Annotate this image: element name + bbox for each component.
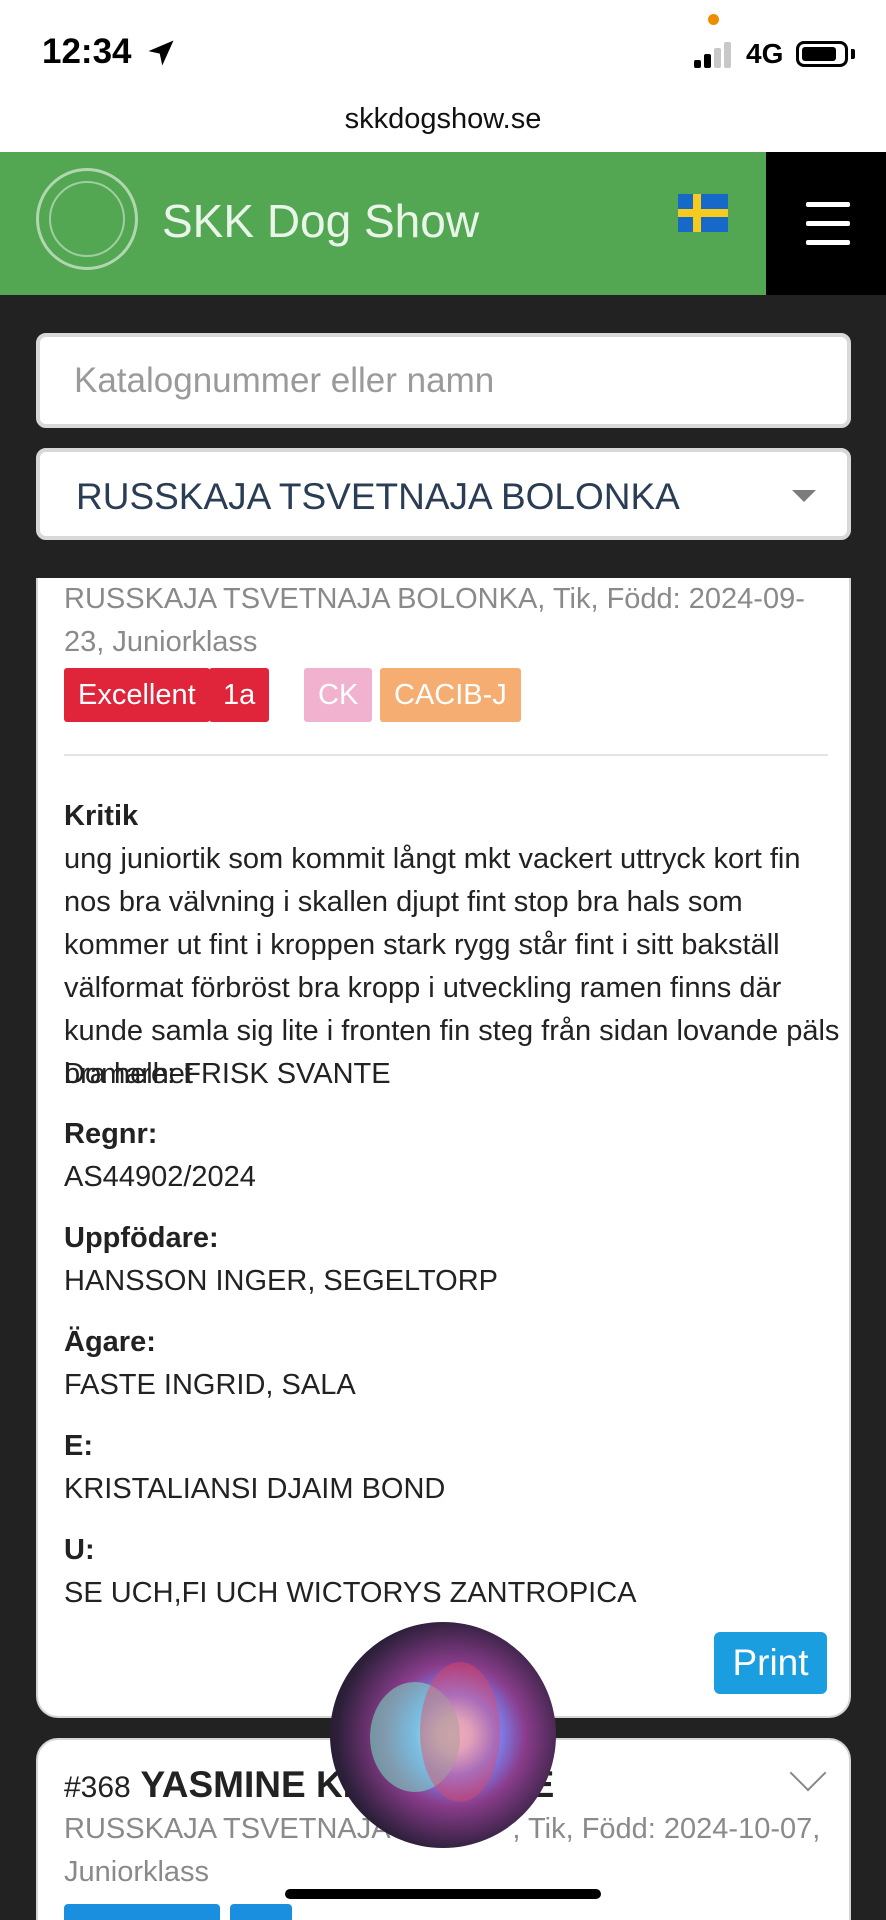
badge-partial-2 <box>230 1904 292 1920</box>
badge-placement: 1a <box>209 668 270 722</box>
brand-title[interactable]: SKK Dog Show <box>162 194 479 248</box>
signal-strength-icon <box>694 42 736 68</box>
url-text: skkdogshow.se <box>344 103 542 135</box>
breeder-label: Uppfödare: <box>64 1222 219 1254</box>
breeder-value: HANSSON INGER, SEGELTORP <box>64 1265 499 1297</box>
regnr-value: AS44902/2024 <box>64 1161 256 1193</box>
badge-cacib-j: CACIB-J <box>380 668 521 722</box>
hamburger-menu-button[interactable] <box>766 152 886 295</box>
skk-logo-icon[interactable] <box>36 168 138 270</box>
result-card: RUSSKAJA TSVETNAJA BOLONKA, Tik, Född: 2… <box>36 578 851 1718</box>
status-time: 12:34 <box>42 32 132 71</box>
search-input[interactable] <box>36 333 851 428</box>
owner-value: FASTE INGRID, SALA <box>64 1369 356 1401</box>
judge-text: Domare: FRISK SVANTE <box>64 1058 391 1090</box>
dam-label: U: <box>64 1534 95 1566</box>
home-indicator[interactable] <box>285 1889 601 1899</box>
chevron-down-icon[interactable] <box>789 1754 827 1792</box>
badge-ck: CK <box>304 668 373 722</box>
divider <box>64 754 828 756</box>
siri-orb-icon[interactable] <box>330 1622 556 1848</box>
breed-select-value: RUSSKAJA TSVETNAJA BOLONKA <box>76 476 680 517</box>
breed-select[interactable]: RUSSKAJA TSVETNAJA BOLONKA <box>36 448 851 540</box>
badge-partial <box>64 1904 220 1920</box>
swedish-flag-icon[interactable] <box>678 194 728 232</box>
privacy-indicator-dot <box>708 14 719 25</box>
owner-label: Ägare: <box>64 1326 156 1358</box>
next-subtitle-start: RUSSKAJA TSVETNAJA B <box>64 1813 417 1845</box>
status-bar: 12:34 4G <box>0 0 886 104</box>
browser-url-bar[interactable]: skkdogshow.se <box>0 104 886 152</box>
badge-quality: Excellent <box>64 668 210 722</box>
sire-value: KRISTALIANSI DJAIM BOND <box>64 1473 446 1505</box>
regnr-label: Regnr: <box>64 1118 158 1150</box>
catalog-number: #368 <box>64 1771 131 1804</box>
next-subtitle-end: , Tik, Född: 2024-10-07, <box>512 1813 821 1845</box>
network-type: 4G <box>746 38 784 69</box>
dog-subtitle: RUSSKAJA TSVETNAJA BOLONKA, Tik, Född: 2… <box>64 583 805 658</box>
dropdown-caret-icon <box>792 490 816 502</box>
critique-label: Kritik <box>64 800 139 832</box>
battery-icon <box>796 41 848 67</box>
next-subtitle-line2: Juniorklass <box>64 1856 210 1888</box>
dam-value: SE UCH,FI UCH WICTORYS ZANTROPICA <box>64 1577 637 1609</box>
location-arrow-icon <box>148 40 174 66</box>
print-button[interactable]: Print <box>714 1632 827 1694</box>
sire-label: E: <box>64 1430 93 1462</box>
battery-tip <box>851 49 855 59</box>
